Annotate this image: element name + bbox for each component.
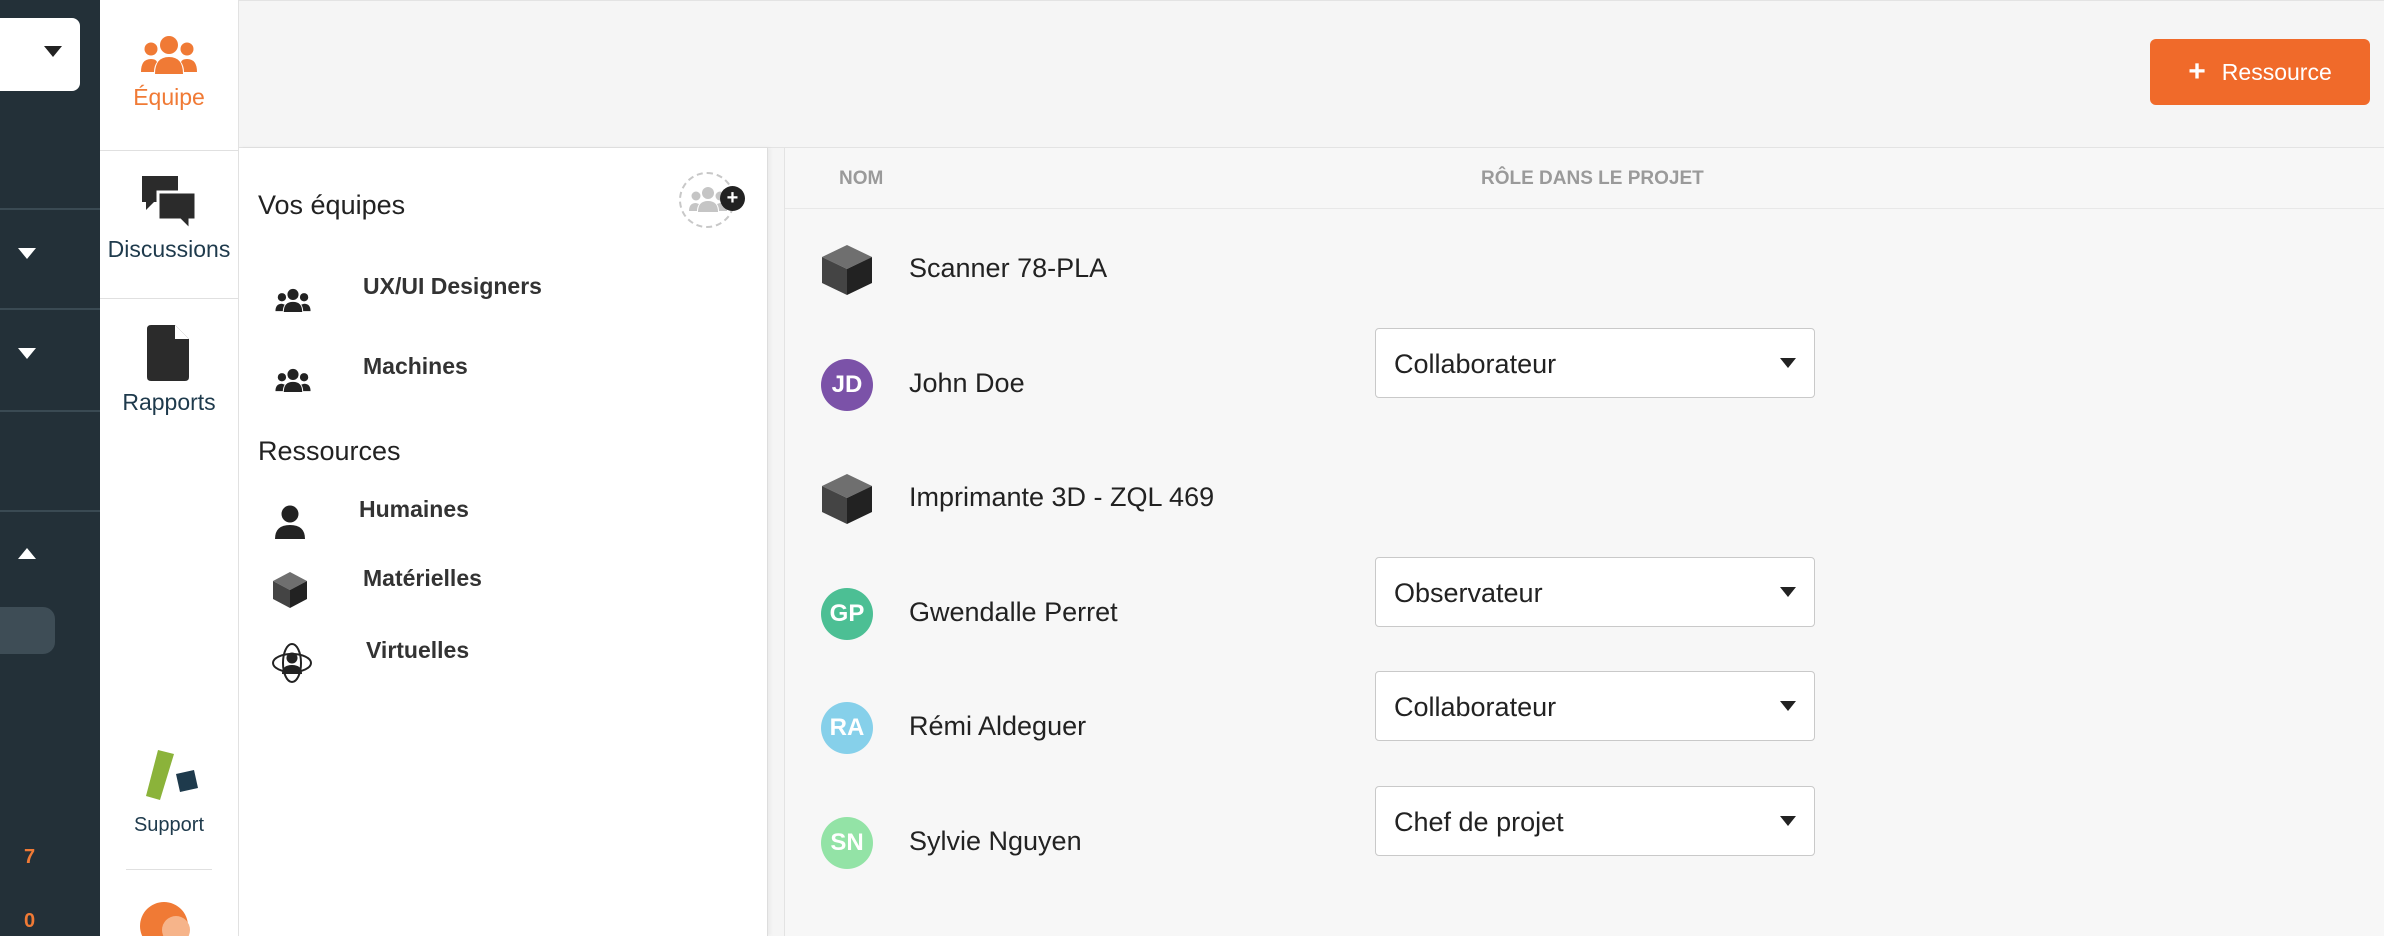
table-row[interactable]: Imprimante 3D - ZQL 469 [785,442,2384,552]
nav-divider [100,298,238,299]
nav-label: Équipe [133,84,205,110]
cube-icon [273,572,307,608]
support-link[interactable]: Support [100,750,238,837]
chevron-down-icon [1780,816,1796,826]
resource-name: Gwendalle Perret [909,597,1118,627]
add-resource-button[interactable]: + Ressource [2150,39,2370,105]
support-logo-icon [146,750,198,800]
nav-item-rapports[interactable]: Rapports [100,325,238,416]
table-row[interactable]: GP Gwendalle Perret Observateur [785,557,2384,667]
role-select[interactable]: Collaborateur [1375,671,1815,741]
role-value: Observateur [1394,578,1543,608]
add-team-button[interactable]: + [679,172,745,228]
column-header-name: NOM [839,168,884,189]
team-item-ux-ui[interactable] [275,288,311,312]
rail-divider [0,510,100,512]
nav-item-equipe[interactable]: Équipe [100,34,238,111]
rail-selected-item[interactable] [0,607,55,654]
section-nav: Équipe Discussions Rapports Support [100,0,239,936]
nav-item-discussions[interactable]: Discussions [100,174,238,263]
rail-divider [0,410,100,412]
resources-title: Ressources [258,436,401,466]
rail-divider [0,208,100,210]
role-select[interactable]: Observateur [1375,557,1815,627]
chevron-down-icon [44,46,62,57]
role-value: Collaborateur [1394,692,1557,722]
table-row[interactable]: SN Sylvie Nguyen Chef de projet [785,786,2384,896]
teams-title: Vos équipes [258,190,406,220]
virtual-person-icon [272,643,312,683]
resource-item-virtuelles[interactable] [271,642,313,684]
cube-icon [822,245,872,295]
role-value: Collaborateur [1394,349,1557,379]
add-resource-label: Ressource [2221,58,2332,85]
app-logo-icon [140,902,190,936]
group-icon [275,368,311,392]
chevron-down-icon [1780,358,1796,368]
table-row[interactable]: Scanner 78-PLA [785,213,2384,323]
cube-icon [822,474,872,524]
teams-panel: Vos équipes + UX/UI Designers Machines R… [239,148,768,936]
rail-divider [0,308,100,310]
chevron-down-icon [1780,701,1796,711]
avatar: SN [821,817,873,869]
resource-table: NOM RÔLE DANS LE PROJET Scanner 78-PLA J… [784,148,2384,936]
plus-icon: + [720,186,745,211]
table-row[interactable]: JD John Doe Collaborateur [785,328,2384,438]
resource-item-materielles[interactable] [273,572,307,608]
nav-divider [100,150,238,151]
role-select[interactable]: Collaborateur [1375,328,1815,398]
workspace-dropdown[interactable] [0,18,80,91]
table-header: NOM RÔLE DANS LE PROJET [785,148,2384,209]
nav-label: Rapports [122,389,216,415]
page-header: + Ressource [239,0,2384,148]
avatar: GP [821,588,873,640]
avatar: RA [821,702,873,754]
nav-divider [126,869,212,870]
support-label: Support [133,814,205,836]
chat-bubbles-icon [142,176,198,232]
nav-label: Discussions [107,236,231,262]
avatar: JD [821,359,873,411]
document-icon [147,325,189,381]
chevron-down-icon [1780,587,1796,597]
resource-name: Rémi Aldeguer [909,711,1087,741]
role-value: Chef de projet [1394,807,1564,837]
team-item-machines[interactable] [275,368,311,392]
table-row[interactable]: RA Rémi Aldeguer Collaborateur [785,671,2384,781]
chevron-down-icon[interactable] [18,348,36,360]
chevron-down-icon[interactable] [18,248,36,260]
plus-icon: + [2188,55,2206,88]
chevron-up-icon[interactable] [18,548,36,560]
resource-name: Sylvie Nguyen [909,826,1082,856]
resource-name: John Doe [909,368,1025,398]
person-icon [275,505,305,539]
rail-count: 7 [24,846,36,868]
team-icon [141,36,197,74]
rail-count: 0 [24,910,36,932]
group-icon [275,288,311,312]
resource-name: Imprimante 3D - ZQL 469 [909,482,1215,512]
column-header-role: RÔLE DANS LE PROJET [1481,168,1704,189]
resource-name: Scanner 78-PLA [909,253,1108,283]
role-select[interactable]: Chef de projet [1375,786,1815,856]
left-rail: 7 0 [0,0,100,936]
resource-item-humaines[interactable] [275,505,305,539]
